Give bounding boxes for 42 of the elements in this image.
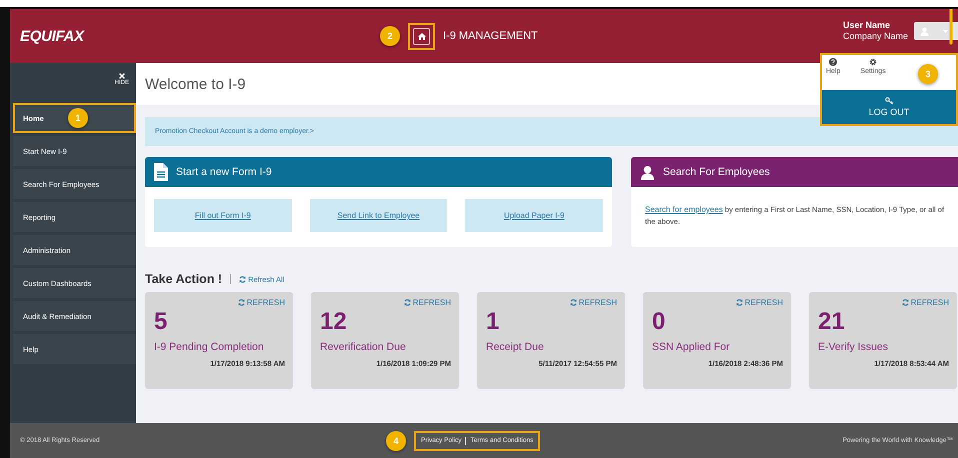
help-icon <box>829 58 838 66</box>
form-link[interactable]: Send Link to Employee <box>337 211 420 220</box>
tile-count: 0 <box>652 309 666 335</box>
tile-count: 1 <box>486 309 500 335</box>
search-link[interactable]: Search for employees <box>645 205 723 214</box>
refresh-icon <box>570 299 577 306</box>
user-name: User Name <box>842 20 891 31</box>
refresh-icon <box>736 299 743 306</box>
home-button[interactable] <box>413 28 430 44</box>
tile-label: I-9 Pending Completion <box>154 341 265 353</box>
section-title: Take Action ! <box>145 272 222 286</box>
page-title: Welcome to I-9 <box>145 76 246 92</box>
tile-label: Reverification Due <box>320 341 407 353</box>
refresh-icon <box>404 299 411 306</box>
card-title: Start a new Form I-9 <box>176 166 272 178</box>
refresh-icon <box>238 299 245 306</box>
tile-label: Receipt Due <box>486 341 545 353</box>
card-title: Search For Employees <box>663 166 770 178</box>
tile-count: 5 <box>154 309 168 335</box>
company-name: Company Name <box>842 31 908 42</box>
close-icon <box>118 73 125 79</box>
settings-icon <box>869 58 878 66</box>
tile-label: E-Verify Issues <box>818 341 890 353</box>
logout-button[interactable]: LOG OUT <box>822 90 956 124</box>
user-icon <box>920 26 929 36</box>
app-title: I-9 MANAGEMENT <box>443 30 538 42</box>
document-icon <box>154 163 168 181</box>
logo: EQUIFAX <box>20 28 86 44</box>
tile-label: SSN Applied For <box>652 341 731 353</box>
key-icon <box>884 97 894 105</box>
callout-marker: 4 <box>386 430 406 450</box>
refresh-icon <box>239 276 246 282</box>
form-link[interactable]: Fill out Form I-9 <box>194 211 251 220</box>
tile-count: 12 <box>320 309 348 335</box>
refresh-icon <box>902 299 909 306</box>
form-link[interactable]: Upload Paper I-9 <box>504 211 564 220</box>
user-icon <box>640 164 655 180</box>
home-icon <box>418 32 426 40</box>
callout-marker: 3 <box>918 64 938 84</box>
callout-marker: 1 <box>68 108 88 128</box>
tile-count: 21 <box>818 309 846 335</box>
callout-marker: 2 <box>380 26 400 46</box>
